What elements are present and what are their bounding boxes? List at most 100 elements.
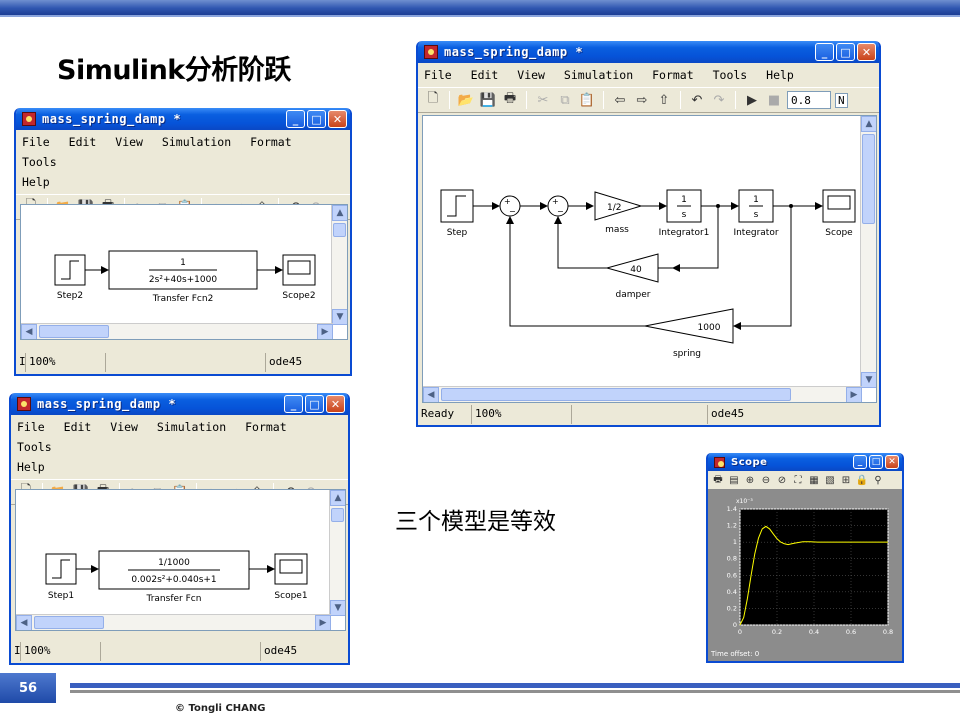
lock-icon[interactable]: 🔒 (855, 473, 869, 487)
scope-screen (827, 195, 851, 210)
window-titlebar[interactable]: mass_spring_damp * _ □ ✕ (16, 108, 350, 130)
menu-view[interactable]: View (517, 68, 545, 82)
restore-axes-icon[interactable]: ▧ (823, 473, 837, 487)
horizontal-scrollbar[interactable]: ◀ ▶ (423, 386, 862, 402)
zoom-y-icon[interactable]: ⊘ (775, 473, 789, 487)
play-icon[interactable]: ▶ (743, 91, 761, 109)
model-window-mass-spring-damper[interactable]: mass_spring_damp * _ □ ✕ File Edit View … (416, 41, 881, 427)
window-titlebar[interactable]: mass_spring_damp * _ □ ✕ (11, 393, 348, 415)
scroll-down-arrow[interactable]: ▼ (332, 309, 347, 325)
menu-file[interactable]: File (424, 68, 452, 82)
stop-time-input[interactable] (787, 91, 831, 109)
parameters-icon[interactable]: ▤ (727, 473, 741, 487)
model-window-transfer-fcn2[interactable]: mass_spring_damp * _ □ ✕ File Edit View … (14, 108, 352, 376)
menu-edit[interactable]: Edit (64, 420, 92, 434)
x-tick-label: 0.8 (883, 628, 893, 636)
menu-format[interactable]: Format (245, 420, 287, 434)
menu-help[interactable]: Help (17, 460, 45, 474)
window-titlebar[interactable]: mass_spring_damp * _ □ ✕ (418, 41, 879, 63)
close-button[interactable]: ✕ (328, 110, 347, 128)
paste-icon[interactable]: 📋 (578, 91, 596, 109)
horizontal-scrollbar[interactable]: ◀ ▶ (16, 614, 331, 630)
menu-simulation[interactable]: Simulation (564, 68, 633, 82)
scroll-up-arrow[interactable]: ▲ (330, 490, 345, 506)
scope-titlebar[interactable]: Scope _ □ ✕ (708, 453, 902, 471)
cut-icon[interactable]: ✂ (534, 91, 552, 109)
menu-view[interactable]: View (110, 420, 138, 434)
menu-format[interactable]: Format (652, 68, 694, 82)
menu-tools[interactable]: Tools (713, 68, 748, 82)
scroll-right-arrow[interactable]: ▶ (317, 324, 333, 339)
scroll-thumb[interactable] (333, 223, 346, 237)
x-tick-label: 0.6 (846, 628, 856, 636)
scroll-left-arrow[interactable]: ◀ (16, 615, 32, 630)
menu-file[interactable]: File (22, 135, 50, 149)
copy-icon[interactable]: ⧉ (556, 91, 574, 109)
back-arrow-icon[interactable]: ⇦ (611, 91, 629, 109)
minimize-button[interactable]: _ (284, 395, 303, 413)
floating-scope-icon[interactable]: ⊞ (839, 473, 853, 487)
minimize-button[interactable]: _ (853, 455, 867, 469)
scroll-up-arrow[interactable]: ▲ (332, 205, 347, 221)
zoom-x-icon[interactable]: ⊖ (759, 473, 773, 487)
autoscale-icon[interactable]: ⛶ (791, 473, 805, 487)
vertical-scrollbar[interactable]: ▲ ▼ (860, 116, 876, 388)
menu-help[interactable]: Help (22, 175, 50, 189)
zoom-in-icon[interactable]: ⊕ (743, 473, 757, 487)
save-axes-icon[interactable]: ▦ (807, 473, 821, 487)
scope-label: Scope (825, 228, 853, 238)
close-button[interactable]: ✕ (857, 43, 876, 61)
signal-selector-icon[interactable]: ⚲ (871, 473, 885, 487)
scroll-left-arrow[interactable]: ◀ (21, 324, 37, 339)
minimize-button[interactable]: _ (815, 43, 834, 61)
scroll-thumb[interactable] (331, 508, 344, 522)
redo-icon[interactable]: ↷ (710, 91, 728, 109)
menu-edit[interactable]: Edit (69, 135, 97, 149)
scroll-right-arrow[interactable]: ▶ (315, 615, 331, 630)
maximize-button[interactable]: □ (307, 110, 326, 128)
slide-top-bar (0, 0, 960, 17)
model-canvas[interactable]: Step + − + − 1/2 mass 1 s Integrator1 1 … (422, 115, 877, 403)
save-icon[interactable]: 💾 (479, 91, 497, 109)
model-canvas[interactable]: Step1 1/1000 0.002s²+0.040s+1 Transfer F… (15, 489, 346, 631)
scope-window[interactable]: Scope _ □ ✕ 🖶 ▤ ⊕ ⊖ ⊘ ⛶ ▦ ▧ ⊞ 🔒 ⚲ x10⁻³ 0… (706, 453, 904, 663)
step-block[interactable] (440, 189, 474, 223)
scroll-thumb[interactable] (34, 616, 104, 629)
vertical-scrollbar[interactable]: ▲ ▼ (331, 205, 347, 325)
menu-tools[interactable]: Tools (22, 155, 57, 169)
new-file-icon[interactable]: 🗋 (424, 91, 442, 109)
menu-format[interactable]: Format (250, 135, 292, 149)
up-arrow-icon[interactable]: ⇧ (655, 91, 673, 109)
scroll-thumb[interactable] (862, 134, 875, 224)
vertical-scrollbar[interactable]: ▲ ▼ (329, 490, 345, 616)
stop-icon[interactable]: ■ (765, 91, 783, 109)
forward-arrow-icon[interactable]: ⇨ (633, 91, 651, 109)
scroll-thumb[interactable] (39, 325, 109, 338)
menu-simulation[interactable]: Simulation (157, 420, 226, 434)
open-folder-icon[interactable]: 📂 (457, 91, 475, 109)
close-button[interactable]: ✕ (885, 455, 899, 469)
maximize-button[interactable]: □ (869, 455, 883, 469)
menu-help[interactable]: Help (766, 68, 794, 82)
model-window-transfer-fcn[interactable]: mass_spring_damp * _ □ ✕ File Edit View … (9, 393, 350, 665)
scroll-up-arrow[interactable]: ▲ (861, 116, 876, 132)
horizontal-scrollbar[interactable]: ◀ ▶ (21, 323, 333, 339)
scroll-left-arrow[interactable]: ◀ (423, 387, 439, 402)
close-button[interactable]: ✕ (326, 395, 345, 413)
print-icon[interactable]: 🖶 (711, 473, 725, 487)
scroll-down-arrow[interactable]: ▼ (330, 600, 345, 616)
scroll-right-arrow[interactable]: ▶ (846, 387, 862, 402)
menu-simulation[interactable]: Simulation (162, 135, 231, 149)
print-icon[interactable]: 🖶 (501, 91, 519, 109)
menu-edit[interactable]: Edit (471, 68, 499, 82)
model-canvas[interactable]: Step2 1 2s²+40s+1000 Transfer Fcn2 Scope… (20, 204, 348, 340)
menu-file[interactable]: File (17, 420, 45, 434)
minimize-button[interactable]: _ (286, 110, 305, 128)
scroll-thumb[interactable] (441, 388, 791, 401)
maximize-button[interactable]: □ (836, 43, 855, 61)
undo-icon[interactable]: ↶ (688, 91, 706, 109)
menu-view[interactable]: View (115, 135, 143, 149)
maximize-button[interactable]: □ (305, 395, 324, 413)
scroll-down-arrow[interactable]: ▼ (861, 372, 876, 388)
menu-tools[interactable]: Tools (17, 440, 52, 454)
